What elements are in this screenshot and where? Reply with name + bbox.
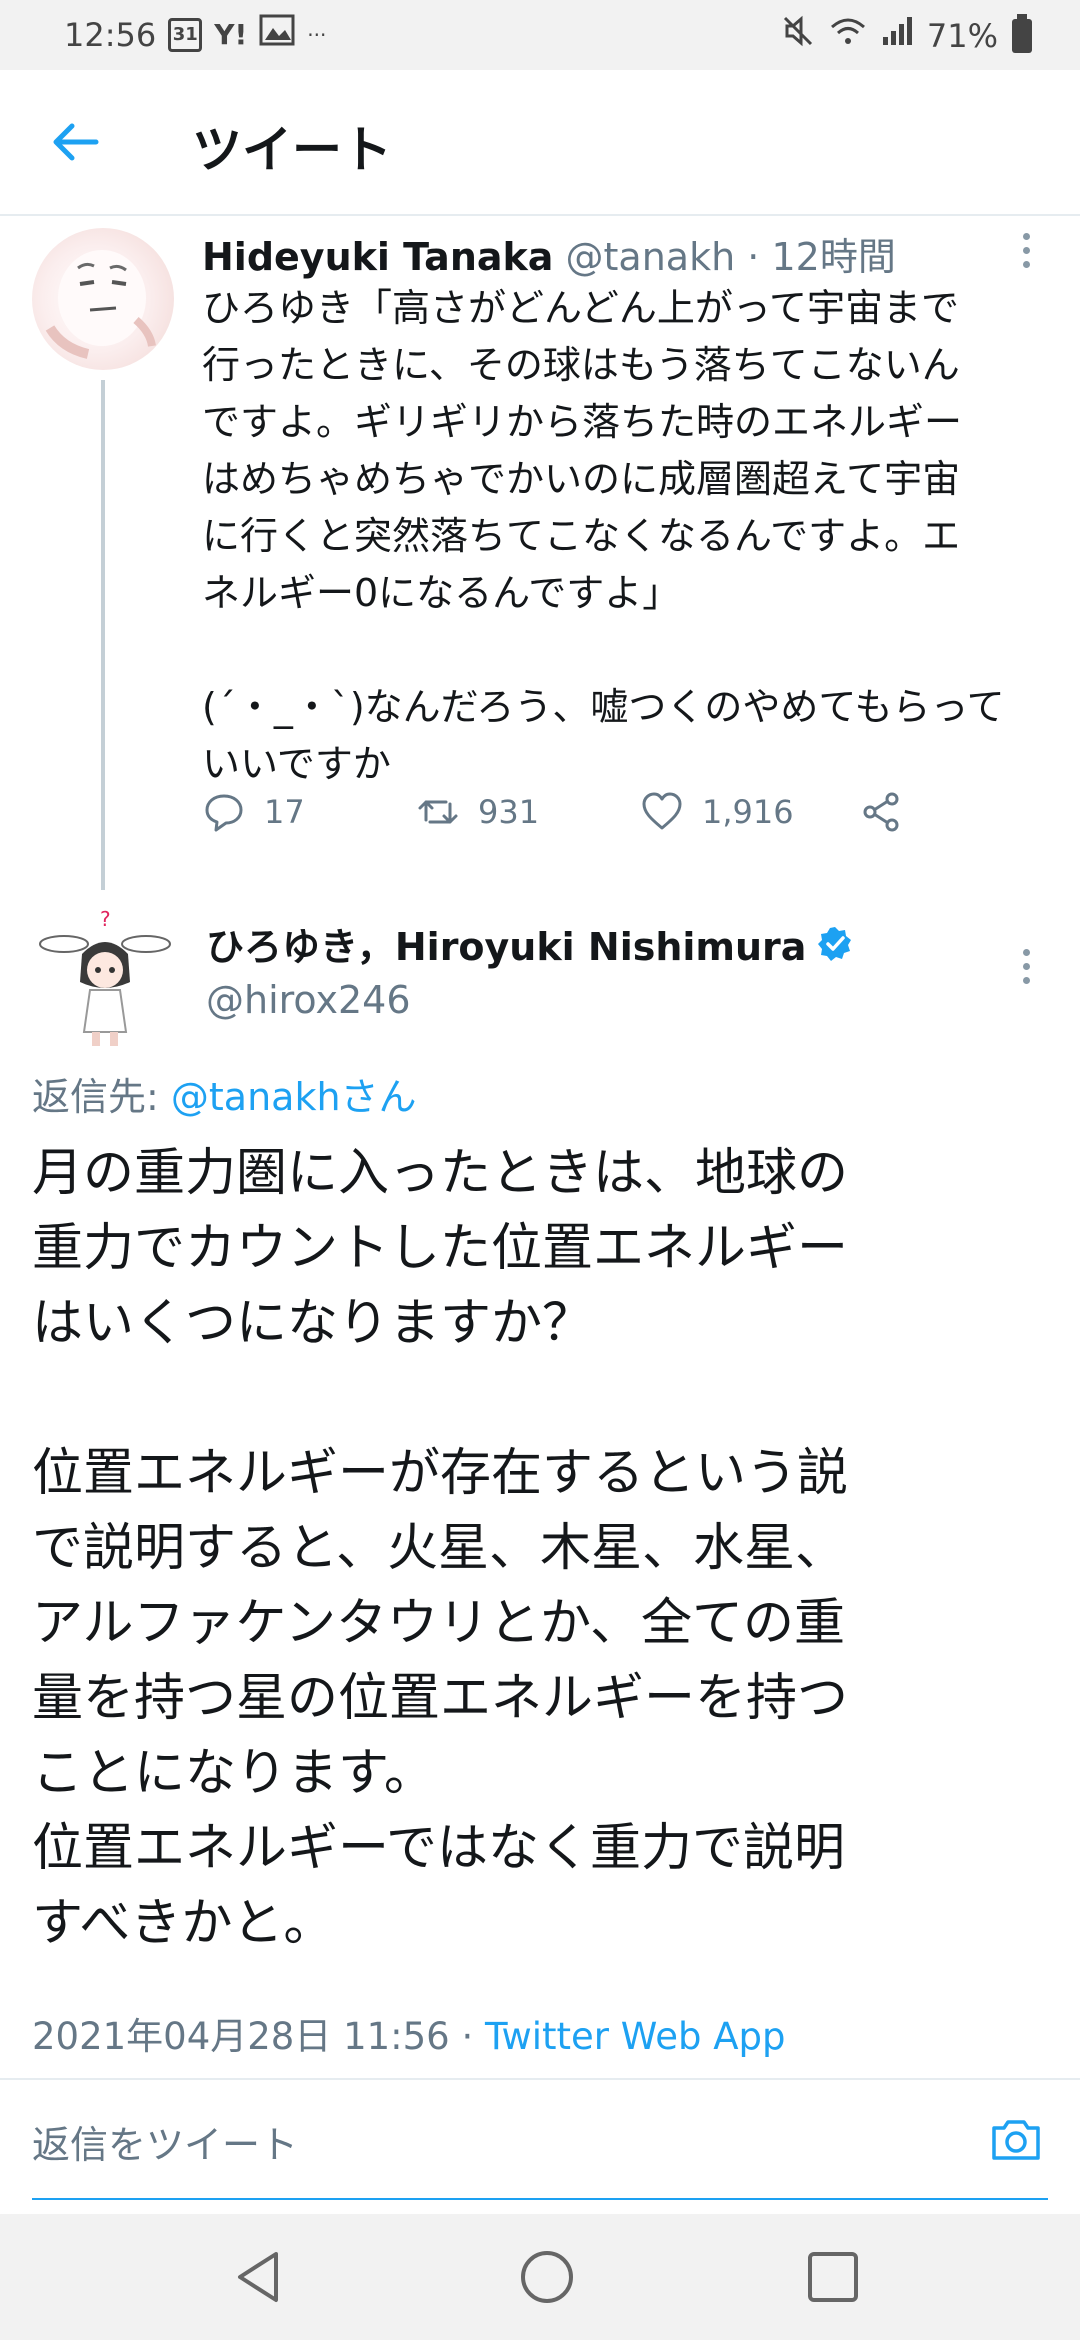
header-separator: · [747,235,760,279]
tweet-metadata: 2021年04月28日 11:56 · Twitter Web App [32,2006,786,2060]
status-bar: 12:56 31 Y! ··· 71% [0,0,1080,70]
like-button[interactable]: 1,916 [640,790,794,834]
tweet-actions: 17 931 1,916 [202,790,922,850]
like-count: 1,916 [702,793,794,831]
status-time: 12:56 [64,15,157,54]
top-app-bar: ツイート [0,70,1080,216]
retweet-count: 931 [478,793,540,831]
share-button[interactable] [860,790,904,834]
author-handle[interactable]: @hirox246 [206,978,411,1022]
share-icon [863,792,899,832]
reply-composer: 返信をツイート [0,2078,1080,2200]
replying-to: 返信先: @tanakhさん [32,1066,417,1121]
back-arrow-icon[interactable] [46,112,106,172]
mute-icon [781,14,815,57]
camera-icon[interactable] [988,2112,1044,2168]
calendar-icon: 31 [168,17,203,52]
yahoo-icon: Y! [214,17,248,51]
reply-input[interactable]: 返信をツイート [32,2114,298,2169]
tweet-source-link[interactable]: Twitter Web App [485,2015,785,2058]
tweet-text: ひろゆき「高さがどんどん上がって宇宙まで 行ったときに、その球はもう落ちてこない… [202,286,1005,786]
more-notifications-icon: ··· [307,22,327,47]
reply-count: 17 [264,793,305,831]
battery-percent: 71% [926,16,998,55]
tweet-header: Hideyuki Tanaka @tanakh · 12時間 [202,226,896,281]
meta-separator: · [449,2015,486,2058]
retweet-button[interactable]: 931 [416,790,539,834]
parent-tweet[interactable]: Hideyuki Tanaka @tanakh · 12時間 ひろゆき「高さがど… [0,216,1080,896]
battery-icon [1012,13,1032,53]
replying-to-link[interactable]: @tanakhさん [171,1075,417,1119]
author-handle[interactable]: @tanakh [566,235,736,279]
verified-badge-icon [818,926,852,961]
wifi-icon [829,15,867,56]
avatar[interactable]: ? [30,904,180,1054]
signal-icon [881,15,913,56]
reply-icon [205,794,243,832]
avatar[interactable] [32,228,174,370]
svg-text:?: ? [100,907,111,931]
nav-recents-icon[interactable] [800,2244,866,2310]
reply-button[interactable]: 17 [202,790,305,834]
reply-input-underline [32,2198,1048,2200]
author-name-row[interactable]: ひろゆき，Hiroyuki Nishimura [206,916,854,971]
tweet-time: 12時間 [771,235,896,279]
tweet-timestamp: 2021年04月28日 11:56 [32,2015,450,2058]
retweet-icon [418,800,458,824]
more-options-icon[interactable] [1016,220,1036,280]
heart-icon [642,792,682,830]
author-name[interactable]: Hideyuki Tanaka [202,235,553,279]
system-nav-bar [0,2214,1080,2340]
author-name[interactable]: ひろゆき，Hiroyuki Nishimura [206,916,806,971]
page-title: ツイート [192,121,392,179]
nav-back-icon[interactable] [226,2244,292,2310]
tweet-text: 月の重力圏に入ったときは、地球の 重力でカウントした位置エネルギー はいくつにな… [32,1144,849,1953]
replying-to-label: 返信先: [32,1075,171,1119]
nav-home-icon[interactable] [514,2244,580,2310]
thread-connector [101,380,105,890]
gallery-icon [259,14,295,55]
more-options-icon[interactable] [1016,936,1036,996]
